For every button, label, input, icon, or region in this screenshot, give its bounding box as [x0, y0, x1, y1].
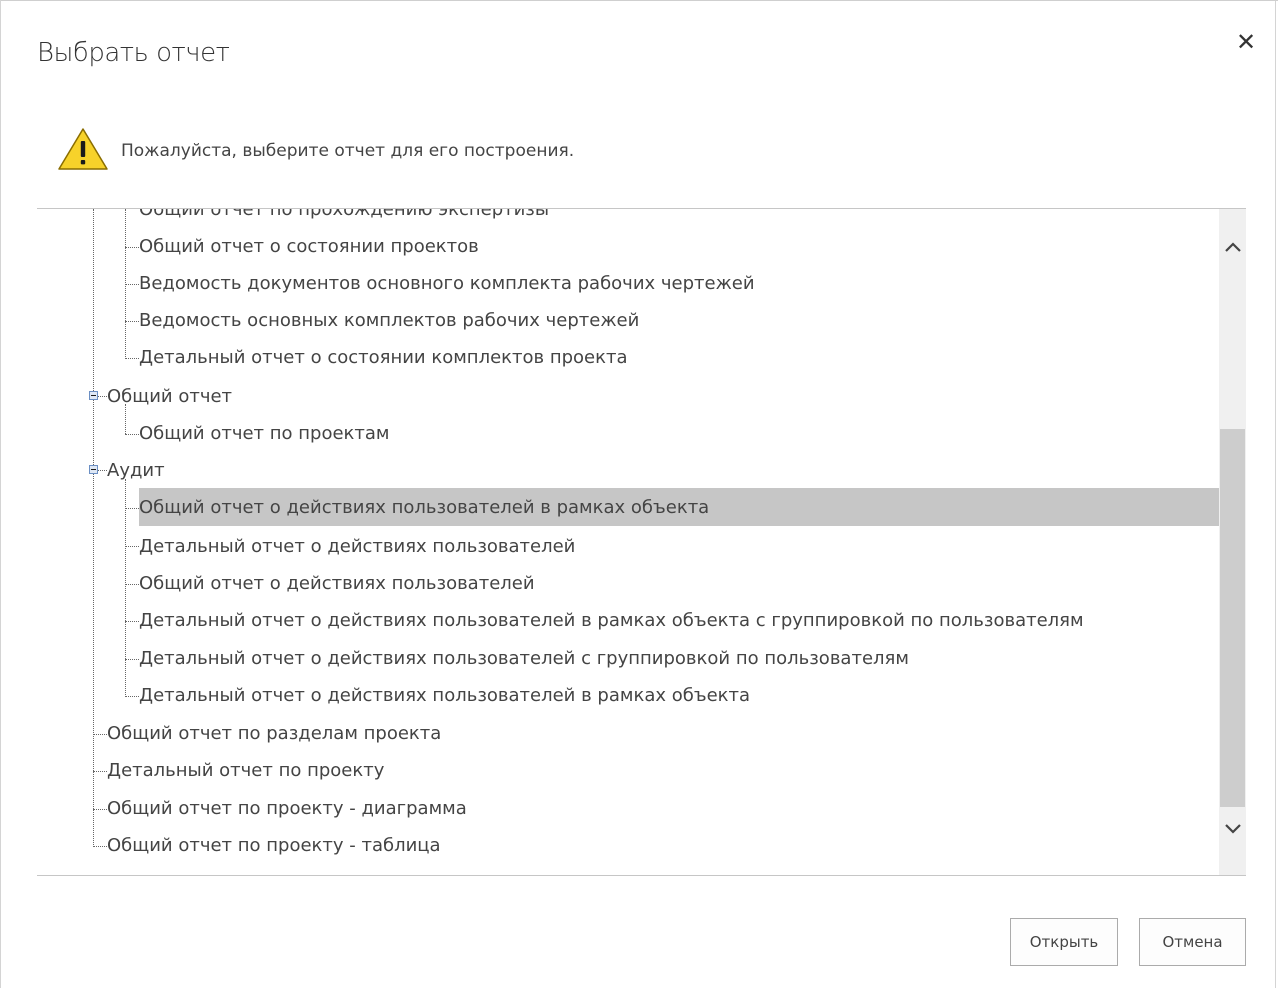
tree-group-audit[interactable]: Аудит: [105, 452, 165, 489]
dialog-top-border: [1, 0, 1278, 1]
tree-item-label: Детальный отчет о состоянии комплектов п…: [139, 347, 628, 368]
tree-item-label: Детальный отчет о действиях пользователе…: [139, 685, 751, 706]
tree-item-label: Общий отчет по прохождению экспертизы: [139, 209, 550, 220]
tree-item-label: Общий отчет о состоянии проектов: [139, 236, 479, 257]
collapse-icon[interactable]: [89, 465, 98, 474]
tree-item-label: Общий отчет о действиях пользователей в …: [139, 497, 710, 518]
tree-item[interactable]: Ведомость документов основного комплекта…: [137, 265, 755, 302]
tree-item[interactable]: Общий отчет о состоянии проектов: [137, 228, 479, 265]
tree-item-label: Детальный отчет о действиях пользователе…: [139, 536, 576, 557]
warning-icon: [58, 128, 108, 170]
tree-item[interactable]: Общий отчет по проекту - диаграмма: [105, 790, 467, 827]
tree-connector: [125, 479, 126, 697]
collapse-icon[interactable]: [89, 391, 98, 400]
tree-item[interactable]: Общий отчет по проектам: [137, 415, 390, 452]
cancel-button[interactable]: Отмена: [1139, 918, 1246, 966]
tree-item-label: Общий отчет по проектам: [139, 423, 390, 444]
tree-item[interactable]: Общий отчет по разделам проекта: [105, 715, 441, 752]
tree-item-label: Детальный отчет о действиях пользователе…: [139, 610, 1084, 631]
open-button[interactable]: Открыть: [1010, 918, 1118, 966]
tree-item[interactable]: Детальный отчет о действиях пользователе…: [137, 677, 750, 714]
tree-item-label: Детальный отчет о действиях пользователе…: [139, 648, 909, 669]
tree-item[interactable]: Детальный отчет о действиях пользователе…: [137, 528, 575, 565]
tree-item[interactable]: Общий отчет по прохождению экспертизы: [137, 209, 549, 228]
chevron-up-icon[interactable]: [1223, 237, 1243, 257]
tree-item[interactable]: Детальный отчет о состоянии комплектов п…: [137, 339, 628, 376]
scrollbar-thumb[interactable]: [1220, 429, 1245, 807]
tree-item-label: Общий отчет: [107, 386, 233, 407]
tree-connector: [93, 209, 94, 847]
tree-group-general[interactable]: Общий отчет: [105, 378, 232, 415]
close-icon[interactable]: ✕: [1232, 28, 1260, 56]
tree-item[interactable]: Детальный отчет по проекту: [105, 752, 384, 789]
tree-item[interactable]: Детальный отчет о действиях пользователе…: [137, 640, 909, 677]
report-tree-viewport: Общий отчет по прохождению экспертизы Об…: [37, 209, 1219, 875]
select-report-dialog: Выбрать отчет ✕ Пожалуйста, выберите отч…: [0, 0, 1278, 988]
tree-item[interactable]: Общий отчет по проекту - таблица: [105, 827, 441, 864]
tree-item[interactable]: Детальный отчет о действиях пользователе…: [137, 602, 1084, 639]
tree-item-label: Ведомость документов основного комплекта…: [139, 273, 755, 294]
chevron-down-icon[interactable]: [1223, 819, 1243, 839]
tree-item-label: Общий отчет по разделам проекта: [107, 723, 442, 744]
tree-item[interactable]: Общий отчет о действиях пользователей: [137, 565, 535, 602]
tree-item-label: Аудит: [107, 460, 165, 481]
tree-item-selected[interactable]: Общий отчет о действиях пользователей в …: [137, 489, 709, 526]
dialog-title: Выбрать отчет: [37, 38, 230, 68]
instruction-message: Пожалуйста, выберите отчет для его постр…: [121, 141, 575, 161]
tree-item-label: Детальный отчет по проекту: [107, 760, 385, 781]
tree-item-label: Общий отчет о действиях пользователей: [139, 573, 535, 594]
tree-item[interactable]: Ведомость основных комплектов рабочих че…: [137, 302, 639, 339]
report-tree: Общий отчет по прохождению экспертизы Об…: [37, 208, 1246, 876]
tree-item-label: Общий отчет по проекту - таблица: [107, 835, 441, 856]
tree-item-label: Общий отчет по проекту - диаграмма: [107, 798, 467, 819]
tree-item-label: Ведомость основных комплектов рабочих че…: [139, 310, 640, 331]
vertical-scrollbar[interactable]: [1219, 209, 1246, 875]
